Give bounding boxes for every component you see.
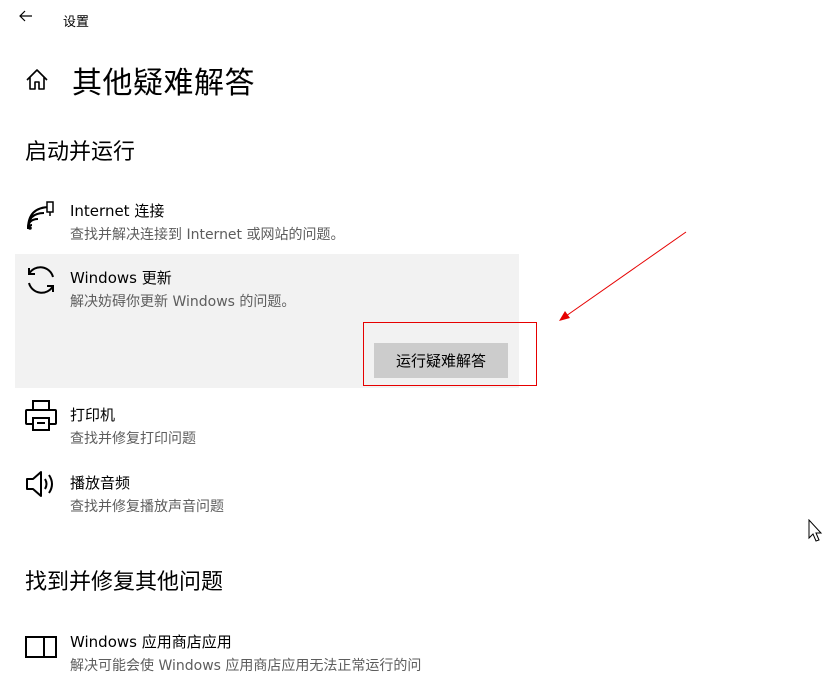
section-title-run: 启动并运行 — [25, 140, 136, 165]
item-desc: 解决妨碍你更新 Windows 的问题。 — [70, 294, 296, 310]
item-desc: 解决可能会使 Windows 应用商店应用无法正常运行的问 — [70, 658, 422, 674]
app-title: 设置 — [63, 15, 90, 30]
troubleshooter-store-apps[interactable]: Windows 应用商店应用 解决可能会使 Windows 应用商店应用无法正常… — [15, 622, 519, 684]
wifi-icon — [27, 201, 54, 230]
troubleshooter-audio[interactable]: 播放音频 查找并修复播放声音问题 — [15, 462, 519, 522]
section-title-other: 找到并修复其他问题 — [25, 570, 224, 595]
item-desc: 查找并修复播放声音问题 — [70, 499, 224, 515]
troubleshooter-internet[interactable]: Internet 连接 查找并解决连接到 Internet 或网站的问题。 — [15, 192, 519, 252]
item-desc: 查找并修复打印问题 — [70, 431, 196, 447]
page-title: 其他疑难解答 — [72, 66, 255, 101]
back-arrow-icon[interactable] — [16, 6, 36, 26]
item-title: Windows 更新 — [70, 269, 172, 287]
item-title: Internet 连接 — [70, 202, 165, 220]
troubleshooter-printer[interactable]: 打印机 查找并修复打印问题 — [15, 394, 519, 454]
item-title: 打印机 — [70, 406, 116, 424]
item-title: 播放音频 — [70, 474, 131, 492]
item-desc: 查找并解决连接到 Internet 或网站的问题。 — [70, 227, 345, 243]
sync-icon — [28, 266, 54, 294]
item-title: Windows 应用商店应用 — [70, 633, 232, 651]
run-troubleshooter-button[interactable]: 运行疑难解答 — [374, 343, 508, 378]
mouse-cursor-icon — [808, 519, 823, 542]
speaker-icon — [26, 471, 53, 497]
store-app-icon — [25, 636, 57, 658]
printer-icon — [25, 400, 57, 431]
home-icon[interactable] — [24, 67, 50, 93]
